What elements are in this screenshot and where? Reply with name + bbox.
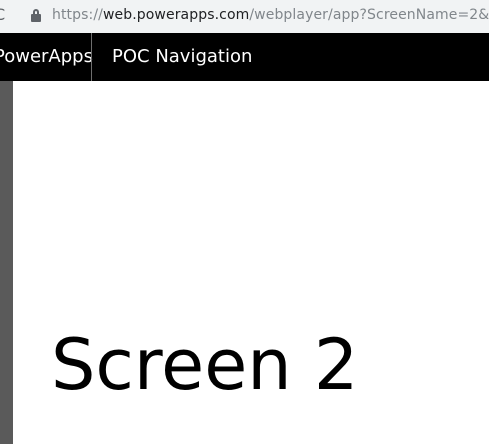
app-name: POC Navigation [112, 46, 253, 67]
powerapps-header: PowerApps POC Navigation [0, 33, 489, 81]
powerapps-brand[interactable]: PowerApps [0, 33, 93, 81]
lock-icon[interactable] [31, 9, 41, 22]
url-host: web.powerapps.com [102, 7, 250, 23]
address-bar[interactable]: C https://web.powerapps.com/webplayer/ap… [0, 0, 489, 33]
url-path: /webplayer/app?ScreenName=2&appId=% [249, 7, 489, 23]
screen-title: Screen 2 [51, 324, 359, 406]
url-scheme: https:// [52, 7, 103, 23]
left-rail [0, 81, 13, 444]
header-divider [91, 33, 92, 81]
browser-window: C https://web.powerapps.com/webplayer/ap… [0, 0, 489, 444]
app-canvas: Screen 2 [13, 81, 489, 444]
url-text[interactable]: https://web.powerapps.com/webplayer/app?… [52, 6, 489, 24]
reload-icon[interactable]: C [0, 6, 5, 24]
